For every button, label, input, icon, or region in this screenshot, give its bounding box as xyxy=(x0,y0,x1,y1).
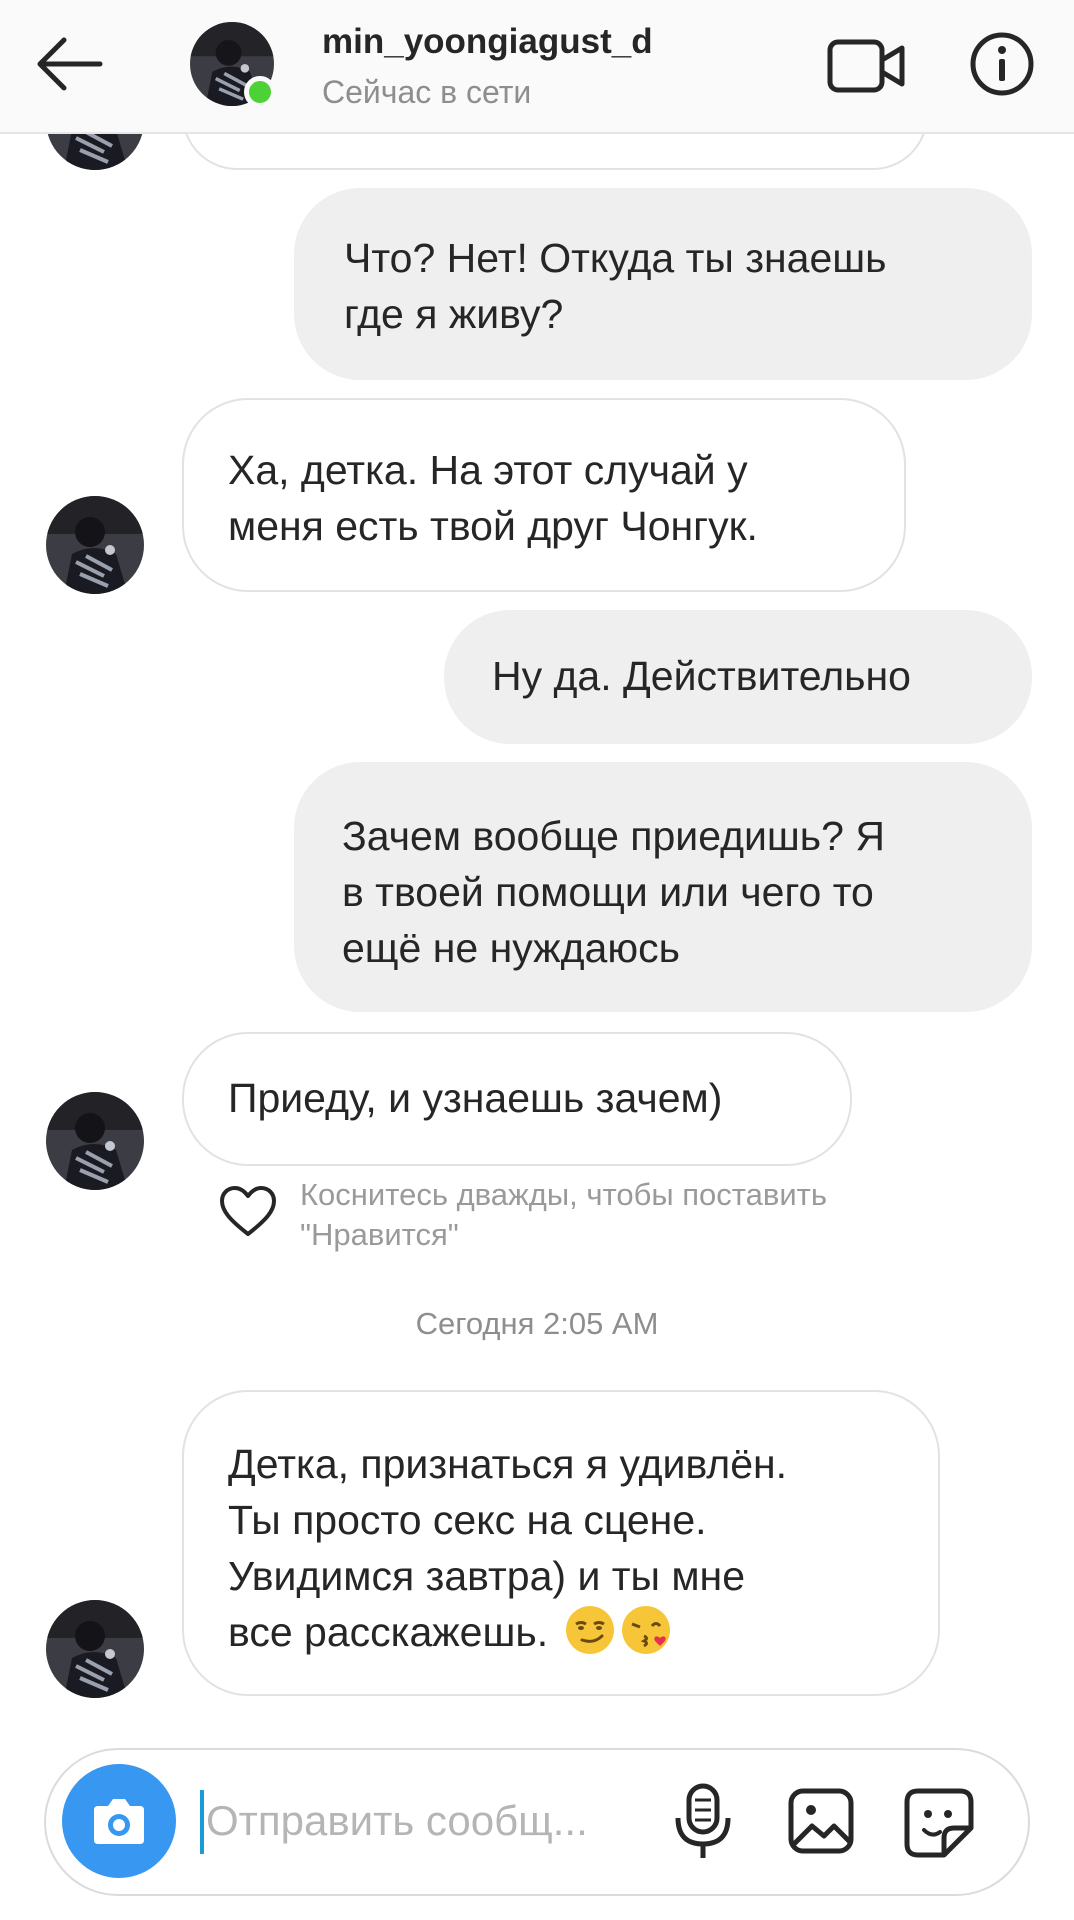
video-call-button[interactable] xyxy=(826,30,908,102)
info-button[interactable] xyxy=(968,30,1036,98)
message-input[interactable] xyxy=(206,1786,646,1856)
message-text-line-with-emoji: все расскажешь. xyxy=(228,1604,938,1660)
voice-message-button[interactable] xyxy=(670,1782,736,1864)
like-hint-line: "Нравится" xyxy=(300,1217,459,1252)
camera-button[interactable] xyxy=(62,1764,176,1878)
sender-avatar[interactable] xyxy=(46,496,144,594)
video-camera-icon xyxy=(827,39,905,93)
arrow-left-icon xyxy=(37,37,103,91)
message-text-line: Приеду, и узнаешь зачем) xyxy=(228,1075,723,1121)
info-icon xyxy=(970,32,1034,96)
message-bubble-incoming[interactable]: Ха, детка. На этот случай у меня есть тв… xyxy=(182,398,906,592)
message-text-line: все расскажешь. xyxy=(228,1609,549,1655)
message-text-line: ещё не нуждаюсь xyxy=(342,925,680,971)
message-bubble-outgoing[interactable]: Зачем вообще приедишь? Я в твоей помощи … xyxy=(294,762,1032,1012)
like-hint-line: Коснитесь дважды, чтобы поставить xyxy=(300,1177,828,1212)
sticker-button[interactable] xyxy=(902,1786,976,1860)
chat-header: min_yoongiagust_d Сейчас в сети xyxy=(0,0,1074,134)
heart-icon[interactable] xyxy=(218,1184,278,1240)
message-text-line: Что? Нет! Откуда ты знаешь xyxy=(344,235,887,281)
message-text-line: Зачем вообще приедишь? Я xyxy=(342,813,885,859)
gallery-button[interactable] xyxy=(786,1786,856,1856)
sender-avatar[interactable] xyxy=(46,1600,144,1698)
back-button[interactable] xyxy=(28,28,112,100)
smirk-emoji-icon xyxy=(565,1606,614,1654)
message-text-line: Увидимся завтра) и ты мне xyxy=(228,1553,746,1599)
microphone-icon xyxy=(675,1783,731,1858)
gallery-icon xyxy=(788,1788,854,1854)
message-text-line: где я живу? xyxy=(344,291,564,337)
online-status-text: Сейчас в сети xyxy=(322,74,532,110)
message-text-line: Детка, признаться я удивлён. xyxy=(228,1441,788,1487)
online-status-dot xyxy=(244,76,276,108)
message-bubble-outgoing[interactable]: Ну да. Действительно xyxy=(444,610,1032,744)
sender-avatar[interactable] xyxy=(46,1092,144,1190)
camera-icon xyxy=(94,1799,144,1844)
message-bubble-incoming[interactable]: Детка, признаться я удивлён. Ты просто с… xyxy=(182,1390,940,1696)
double-tap-like-hint: Коснитесь дважды, чтобы поставить "Нрави… xyxy=(300,1175,827,1255)
chat-username[interactable]: min_yoongiagust_d xyxy=(322,22,653,62)
message-text-line: Ха, детка. На этот случай у xyxy=(228,447,748,493)
message-text-line: меня есть твой друг Чонгук. xyxy=(228,503,758,549)
message-bubble-incoming[interactable]: Приеду, и узнаешь зачем) xyxy=(182,1032,852,1166)
message-text-line: Ты просто секс на сцене. xyxy=(228,1497,707,1543)
chat-screen: min_yoongiagust_d Сейчас в сети Что? Нет… xyxy=(0,0,1074,1920)
kiss-heart-emoji-icon xyxy=(621,1606,670,1654)
message-timestamp: Сегодня 2:05 AM xyxy=(415,1306,659,1341)
message-bubble-outgoing[interactable]: Что? Нет! Откуда ты знаешь где я живу? xyxy=(294,188,1032,380)
text-caret xyxy=(200,1790,204,1854)
sticker-icon xyxy=(904,1788,974,1858)
message-text-line: Ну да. Действительно xyxy=(492,653,911,699)
message-text-line: в твоей помощи или чего то xyxy=(342,869,874,915)
